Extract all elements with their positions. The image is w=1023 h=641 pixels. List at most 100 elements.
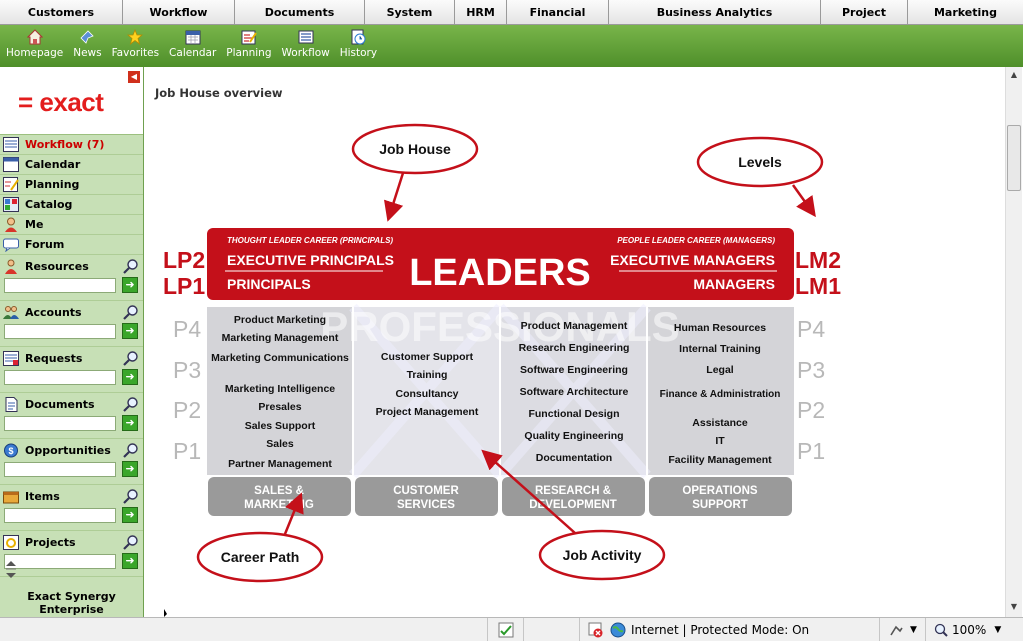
toolbar-label: Planning — [226, 47, 272, 59]
section-title: $ Opportunities — [3, 443, 111, 458]
leaders-left-subtitle: THOUGHT LEADER CAREER (PRINCIPALS) — [227, 236, 393, 245]
toolbar-history[interactable]: History — [340, 25, 377, 59]
search-icon[interactable] — [123, 304, 139, 320]
section-title: Projects — [3, 535, 76, 550]
job-activity: Human Resources — [674, 322, 766, 334]
opportunities-icon: $ — [4, 443, 18, 458]
sidebar-item-forum[interactable]: Forum — [0, 235, 143, 255]
sidebar-item-label: Planning — [25, 178, 80, 191]
footer-label: RESEARCH & — [535, 485, 611, 497]
product-name-line: Exact Synergy — [27, 590, 116, 603]
job-house-diagram: PROFESSIONALS THOUGHT LEADER CAREER (PRI… — [163, 123, 841, 617]
toolbar-calendar[interactable]: Calendar — [169, 25, 216, 59]
section-title: Items — [3, 489, 60, 504]
menu-business-analytics[interactable]: Business Analytics — [609, 0, 821, 24]
toolbar-homepage[interactable]: Homepage — [6, 25, 63, 59]
scroll-up-icon[interactable]: ▲ — [1008, 70, 1020, 82]
sidebar-item-calendar[interactable]: Calendar — [0, 155, 143, 175]
collapse-sidebar-button[interactable]: ◀ — [128, 71, 140, 83]
product-name: Exact Synergy Enterprise — [0, 590, 143, 616]
zoom-icon — [934, 623, 948, 637]
search-icon[interactable] — [123, 396, 139, 412]
requests-search-input[interactable] — [4, 370, 116, 385]
requests-go-button[interactable]: ➜ — [122, 369, 138, 385]
forum-icon — [3, 238, 19, 252]
scroll-arrows-icon[interactable] — [4, 559, 18, 581]
sidebar-item-me[interactable]: Me — [0, 215, 143, 235]
executive-principals: EXECUTIVE PRINCIPALS — [227, 252, 394, 268]
resources-go-button[interactable]: ➜ — [122, 277, 138, 293]
settings-icon — [890, 625, 903, 635]
menu-hrm[interactable]: HRM — [455, 0, 507, 24]
menu-project[interactable]: Project — [821, 0, 908, 24]
level-p4-left: P4 — [173, 316, 201, 342]
callout-levels-label: Levels — [738, 154, 782, 170]
sidebar-item-catalog[interactable]: Catalog — [0, 195, 143, 215]
section-label: Items — [25, 490, 60, 503]
footer-label: MARKETING — [244, 499, 314, 511]
job-activity: Customer Support — [381, 351, 474, 363]
accounts-icon — [3, 306, 19, 319]
search-icon[interactable] — [123, 534, 139, 550]
resources-search-input[interactable] — [4, 278, 116, 293]
protected-mode-toggle[interactable]: ▼ — [879, 618, 926, 641]
menu-workflow[interactable]: Workflow — [123, 0, 235, 24]
documents-search-input[interactable] — [4, 416, 116, 431]
level-lm2: LM2 — [795, 247, 841, 273]
level-p3-right: P3 — [797, 357, 825, 383]
opportunities-search-input[interactable] — [4, 462, 116, 477]
job-activity: Marketing Intelligence — [225, 383, 335, 395]
menu-customers[interactable]: Customers — [0, 0, 123, 24]
sidebar: ◀ = exact Workflow (7) Calendar Planning… — [0, 67, 144, 617]
page-status-icon — [498, 622, 514, 637]
job-activity: Internal Training — [679, 343, 761, 355]
scroll-down-icon[interactable]: ▼ — [1008, 602, 1020, 614]
footer-label: SUPPORT — [692, 499, 748, 511]
job-activity: Research Engineering — [519, 342, 630, 354]
sidebar-item-planning[interactable]: Planning — [0, 175, 143, 195]
accounts-go-button[interactable]: ➜ — [122, 323, 138, 339]
section-title: Documents — [3, 397, 95, 412]
news-icon — [80, 30, 95, 44]
documents-go-button[interactable]: ➜ — [122, 415, 138, 431]
job-activity: Assistance — [692, 417, 748, 429]
toolbar-workflow[interactable]: Workflow — [282, 25, 330, 59]
vertical-scrollbar[interactable]: ▲ ▼ — [1005, 67, 1022, 617]
toolbar-label: Favorites — [111, 47, 160, 59]
opportunities-go-button[interactable]: ➜ — [122, 461, 138, 477]
main-content: Job House overview PROFESSIONALS THOUGHT… — [145, 67, 1005, 617]
job-activity: Sales Support — [245, 420, 316, 432]
search-icon[interactable] — [123, 350, 139, 366]
menu-system[interactable]: System — [365, 0, 455, 24]
blocked-icon — [588, 622, 603, 637]
accounts-search-input[interactable] — [4, 324, 116, 339]
user-icon — [5, 217, 17, 232]
menu-financial[interactable]: Financial — [507, 0, 609, 24]
toolbar-planning[interactable]: Planning — [226, 25, 272, 59]
section-label: Accounts — [25, 306, 82, 319]
menu-documents[interactable]: Documents — [235, 0, 365, 24]
job-activity: Product Marketing — [234, 314, 326, 326]
menu-marketing[interactable]: Marketing — [908, 0, 1023, 24]
job-activity: Finance & Administration — [660, 389, 781, 400]
status-bar: Internet | Protected Mode: On ▼ 100% ▼ — [0, 617, 1023, 641]
toolbar-favorites[interactable]: Favorites — [112, 25, 159, 59]
principals: PRINCIPALS — [227, 276, 311, 292]
zoom-control[interactable]: 100% ▼ — [925, 618, 1023, 641]
sidebar-item-workflow[interactable]: Workflow (7) — [0, 135, 143, 155]
section-label: Projects — [25, 536, 76, 549]
section-title: Accounts — [3, 305, 82, 320]
items-search-input[interactable] — [4, 508, 116, 523]
sidebar-bottom: Exact Synergy Enterprise — [0, 559, 143, 616]
scroll-thumb[interactable] — [1007, 125, 1021, 191]
sidebar-search-items: Items ➜ — [0, 485, 143, 531]
section-label: Opportunities — [25, 444, 111, 457]
search-icon[interactable] — [123, 442, 139, 458]
search-icon[interactable] — [123, 488, 139, 504]
security-zone[interactable]: Internet | Protected Mode: On — [579, 618, 879, 641]
search-icon[interactable] — [123, 258, 139, 274]
toolbar-news[interactable]: News — [73, 25, 102, 59]
items-go-button[interactable]: ➜ — [122, 507, 138, 523]
job-activity: Presales — [258, 401, 301, 413]
workflow-icon — [3, 137, 19, 152]
